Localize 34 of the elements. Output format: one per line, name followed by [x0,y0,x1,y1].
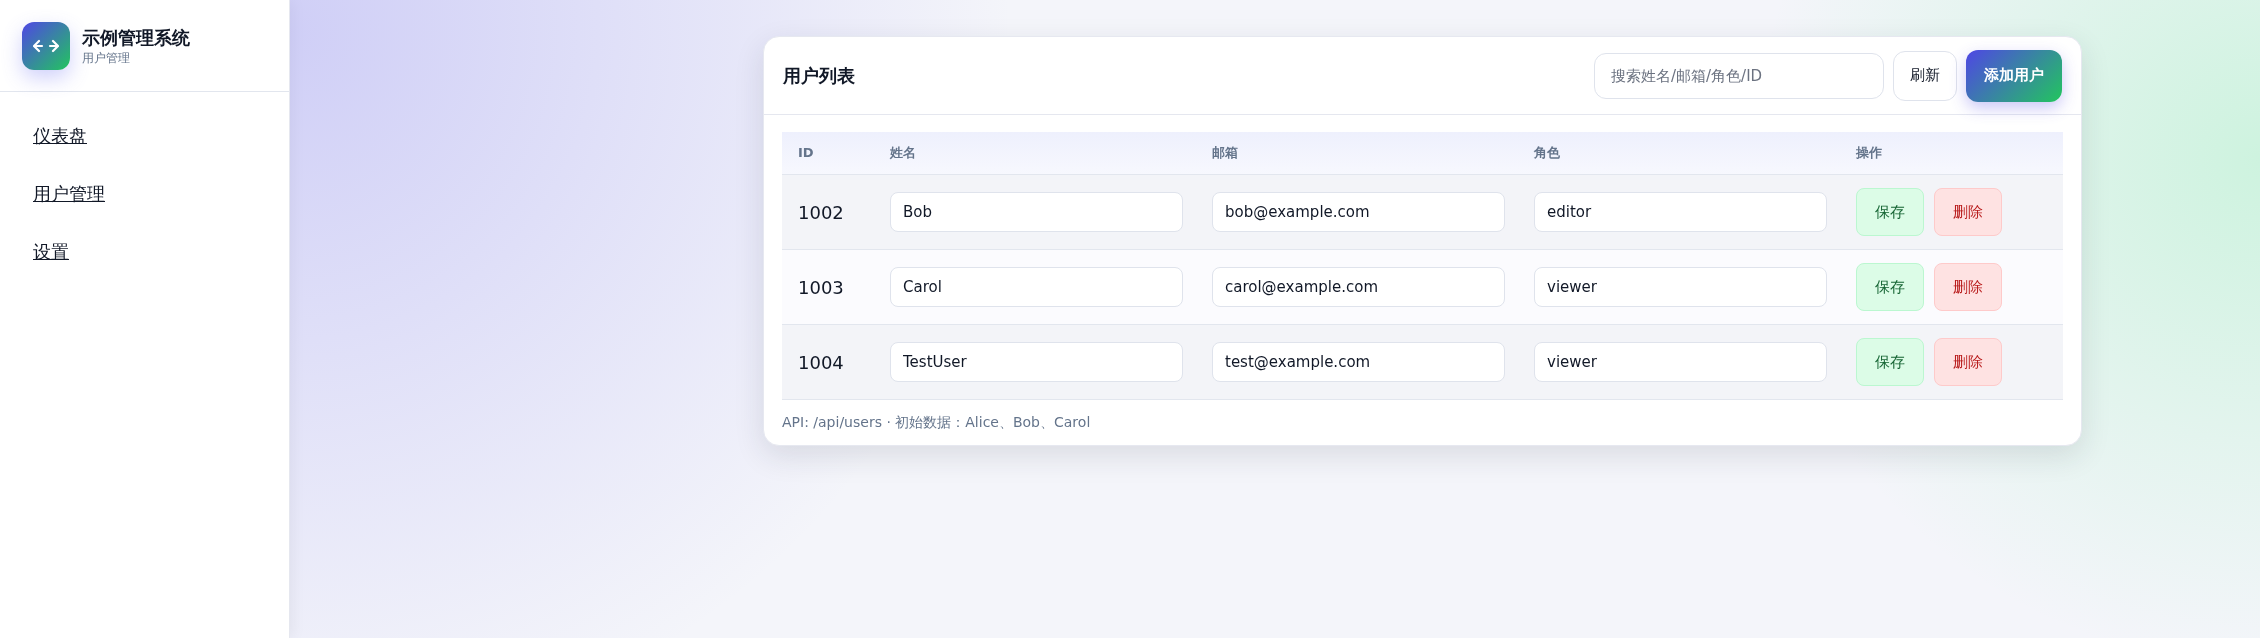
delete-button[interactable]: 删除 [1934,263,2002,311]
api-note: API: /api/users · 初始数据：Alice、Bob、Carol [782,413,1092,432]
add-user-button[interactable]: 添加用户 [1966,49,2062,102]
nav-link[interactable]: 仪表盘 [33,124,87,148]
name-field[interactable]: Bob [890,192,1183,232]
role-field[interactable]: viewer [1534,342,1827,382]
app-title: 示例管理系统 [82,25,190,50]
refresh-button[interactable]: 刷新 [1893,50,1957,101]
id-cell-text: 1004 [797,350,845,375]
name-field[interactable]: Carol [890,267,1183,307]
id-cell-text: 1002 [797,200,845,225]
role-field[interactable]: editor [1534,192,1827,232]
column-header: ID [797,144,815,163]
column-header: 邮箱 [1212,144,1239,163]
delete-button[interactable]: 删除 [1934,338,2002,386]
save-button[interactable]: 保存 [1856,263,1924,311]
id-cell-text: 1003 [797,275,845,300]
email-field[interactable]: bob@example.com [1212,192,1505,232]
column-header: 角色 [1534,144,1561,163]
column-header: 姓名 [890,144,917,163]
role-field[interactable]: viewer [1534,267,1827,307]
card-title: 用户列表 [783,64,855,88]
delete-button[interactable]: 删除 [1934,188,2002,236]
nav-link[interactable]: 设置 [33,240,69,264]
save-button[interactable]: 保存 [1856,338,1924,386]
column-header: 操作 [1856,144,1883,163]
email-field[interactable]: test@example.com [1212,342,1505,382]
name-field[interactable]: TestUser [890,342,1183,382]
search-field[interactable]: 搜索姓名/邮箱/角色/ID [1594,52,1884,99]
logo-icon [22,21,70,70]
save-button[interactable]: 保存 [1856,188,1924,236]
app-subtitle: 用户管理 [82,49,131,66]
email-field[interactable]: carol@example.com [1212,267,1505,307]
nav-link[interactable]: 用户管理 [33,182,105,206]
